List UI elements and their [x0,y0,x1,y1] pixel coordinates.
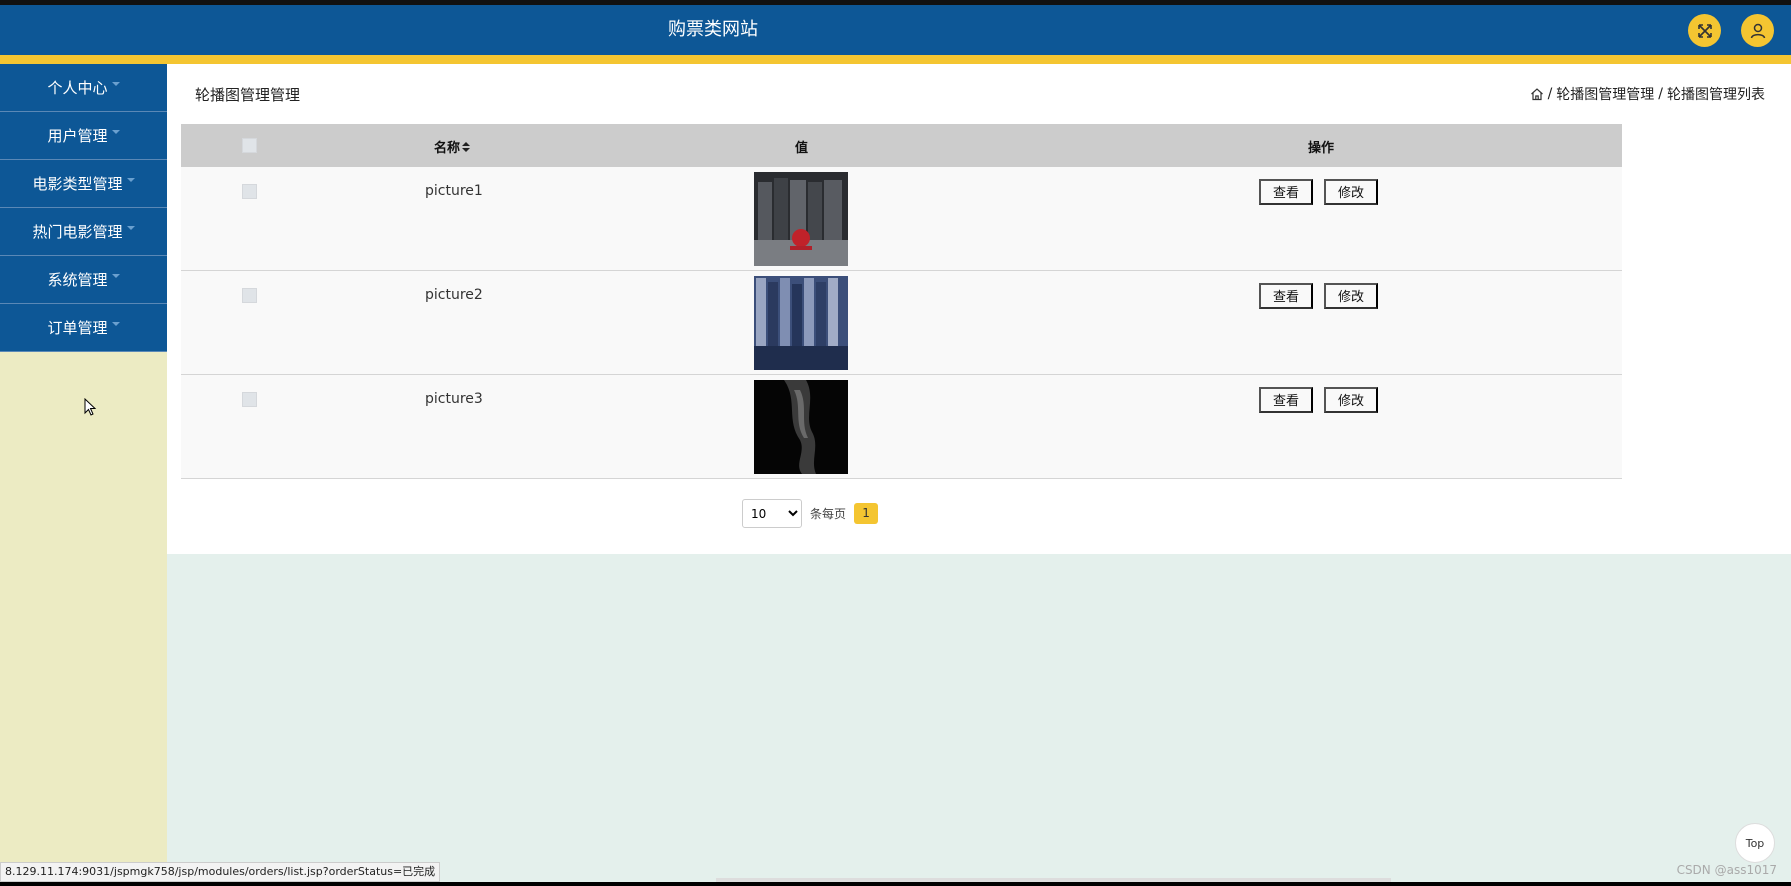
data-table: 名称 值 操作 picture1 查看 修改 picture2 查看 修改 pi… [181,124,1622,479]
browser-status-url: 8.129.11.174:9031/jspmgk758/jsp/modules/… [0,862,441,882]
table-row: picture2 查看 修改 [181,271,1622,375]
page-title: 轮播图管理管理 [195,86,301,104]
pagination: 10 条每页 1 [742,499,879,528]
sidebar-item-movie-type-management[interactable]: 电影类型管理 [0,160,167,208]
edit-button[interactable]: 修改 [1324,283,1379,309]
table-row: picture3 查看 修改 [181,375,1622,479]
row-name: picture3 [425,391,483,407]
row-image-thumbnail[interactable] [754,380,848,478]
sidebar-item-label: 个人中心 [47,79,108,97]
content-panel: 轮播图管理管理 / 轮播图管理管理 / 轮播图管理列表 名称 值 操作 pict… [167,64,1791,554]
user-button[interactable] [1741,14,1774,47]
caret-down-icon [111,129,120,134]
breadcrumb-separator: / [1547,86,1553,102]
bottom-scroll-edge [716,878,1391,882]
poster-image [754,380,848,474]
row-checkbox[interactable] [242,392,257,407]
sidebar-item-label: 订单管理 [47,319,108,337]
expand-icon [1697,23,1712,38]
breadcrumb-level1[interactable]: 轮播图管理管理 [1556,84,1654,104]
column-actions-header: 操作 [1308,141,1335,156]
column-value-header: 值 [795,141,809,156]
header-bar: 购票类网站 [0,5,1791,55]
row-name: picture2 [425,287,483,303]
caret-down-icon [111,321,120,326]
page-size-select[interactable]: 10 [742,499,802,528]
select-all-checkbox[interactable] [242,138,257,153]
row-checkbox[interactable] [242,288,257,303]
fullscreen-button[interactable] [1688,14,1721,47]
sidebar: 个人中心 用户管理 电影类型管理 热门电影管理 系统管理 订单管理 [0,64,167,882]
sidebar-item-label: 热门电影管理 [32,223,123,241]
breadcrumb: / 轮播图管理管理 / 轮播图管理列表 [1530,84,1765,104]
sidebar-item-label: 用户管理 [47,127,108,145]
edit-button[interactable]: 修改 [1324,179,1379,205]
row-name: picture1 [425,183,483,199]
back-to-top-button[interactable]: Top [1735,823,1775,863]
page-number-current[interactable]: 1 [854,503,879,524]
sidebar-item-system-management[interactable]: 系统管理 [0,256,167,304]
sidebar-item-order-management[interactable]: 订单管理 [0,304,167,352]
sidebar-item-hot-movie-management[interactable]: 热门电影管理 [0,208,167,256]
sort-icon[interactable] [462,141,471,152]
sidebar-item-label: 电影类型管理 [32,175,123,193]
column-name-header[interactable]: 名称 [434,137,471,156]
row-checkbox[interactable] [242,184,257,199]
sidebar-item-label: 系统管理 [47,271,108,289]
breadcrumb-separator: / [1658,86,1663,102]
per-page-label: 条每页 [810,507,847,521]
breadcrumb-level2: 轮播图管理列表 [1667,87,1765,103]
caret-down-icon [111,81,120,86]
column-name-label: 名称 [434,141,461,156]
view-button[interactable]: 查看 [1259,283,1314,309]
caret-down-icon [126,225,135,230]
view-button[interactable]: 查看 [1259,179,1314,205]
watermark: CSDN @ass1017 [1676,863,1777,877]
mouse-cursor-icon [84,398,97,416]
row-image-thumbnail[interactable] [754,172,848,270]
poster-image [754,172,848,266]
header-accent-stripe [0,55,1791,64]
poster-image [754,276,848,370]
site-title: 购票类网站 [668,19,758,40]
home-icon[interactable] [1530,87,1544,101]
sidebar-item-personal-center[interactable]: 个人中心 [0,64,167,112]
view-button[interactable]: 查看 [1259,387,1314,413]
sidebar-item-user-management[interactable]: 用户管理 [0,112,167,160]
user-icon [1750,23,1765,38]
table-row: picture1 查看 修改 [181,167,1622,271]
table-header: 名称 值 操作 [181,124,1622,167]
caret-down-icon [111,273,120,278]
row-image-thumbnail[interactable] [754,276,848,374]
edit-button[interactable]: 修改 [1324,387,1379,413]
caret-down-icon [126,177,135,182]
